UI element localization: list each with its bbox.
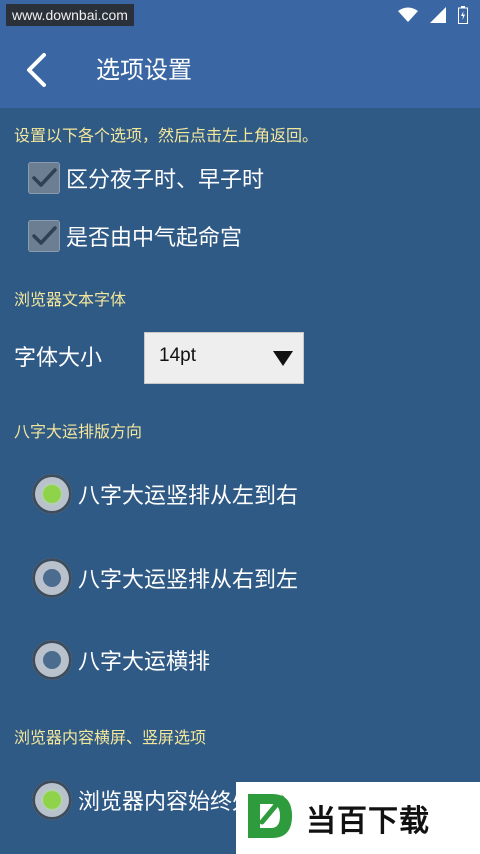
radio-option-vertical-rtl[interactable]: 八字大运竖排从右到左 [32,558,298,598]
section-title-font: 浏览器文本字体 [14,290,127,309]
radio-button[interactable] [32,558,72,598]
radio-button[interactable] [32,474,72,514]
d-logo-icon [242,788,298,848]
site-watermark: www.downbai.com [6,4,134,26]
back-button[interactable] [22,52,52,88]
radio-label: 八字大运横排 [78,650,211,675]
radio-option-horizontal[interactable]: 八字大运横排 [32,640,210,680]
radio-label: 八字大运竖排从右到左 [78,568,299,593]
checkbox[interactable] [28,220,60,252]
download-site-watermark: 当百下载 [236,782,480,854]
dropdown-triangle-icon [273,351,293,371]
app-bar: 选项设置 [0,32,480,108]
battery-icon [458,6,468,24]
page-title: 选项设置 [96,56,192,84]
instruction-text: 设置以下各个选项，然后点击左上角返回。 [14,126,319,145]
font-size-select[interactable]: 14pt [144,332,304,384]
status-icons [398,6,468,24]
section-title-layout: 八字大运排版方向 [14,422,143,441]
checkbox[interactable] [28,162,60,194]
check-icon [32,168,57,187]
radio-label: 八字大运竖排从左到右 [78,484,299,509]
radio-option-vertical-ltr[interactable]: 八字大运竖排从左到右 [32,474,298,514]
radio-button[interactable] [32,780,72,820]
chevron-left-icon [22,53,52,92]
font-size-label: 字体大小 [14,346,103,371]
check-icon [32,226,57,245]
wifi-icon [398,7,418,23]
signal-icon [430,7,446,23]
checkbox-label: 区分夜子时、早子时 [66,168,265,193]
section-title-orientation: 浏览器内容横屏、竖屏选项 [14,728,207,747]
checkbox-zhongqi-minggong[interactable]: 是否由中气起命宫 [28,220,242,252]
checkbox-label: 是否由中气起命宫 [66,226,243,251]
radio-button[interactable] [32,640,72,680]
watermark-text: 当百下载 [306,804,430,839]
status-bar: www.downbai.com [0,0,480,32]
checkbox-night-early-zi[interactable]: 区分夜子时、早子时 [28,162,264,194]
font-size-value: 14pt [159,345,196,366]
